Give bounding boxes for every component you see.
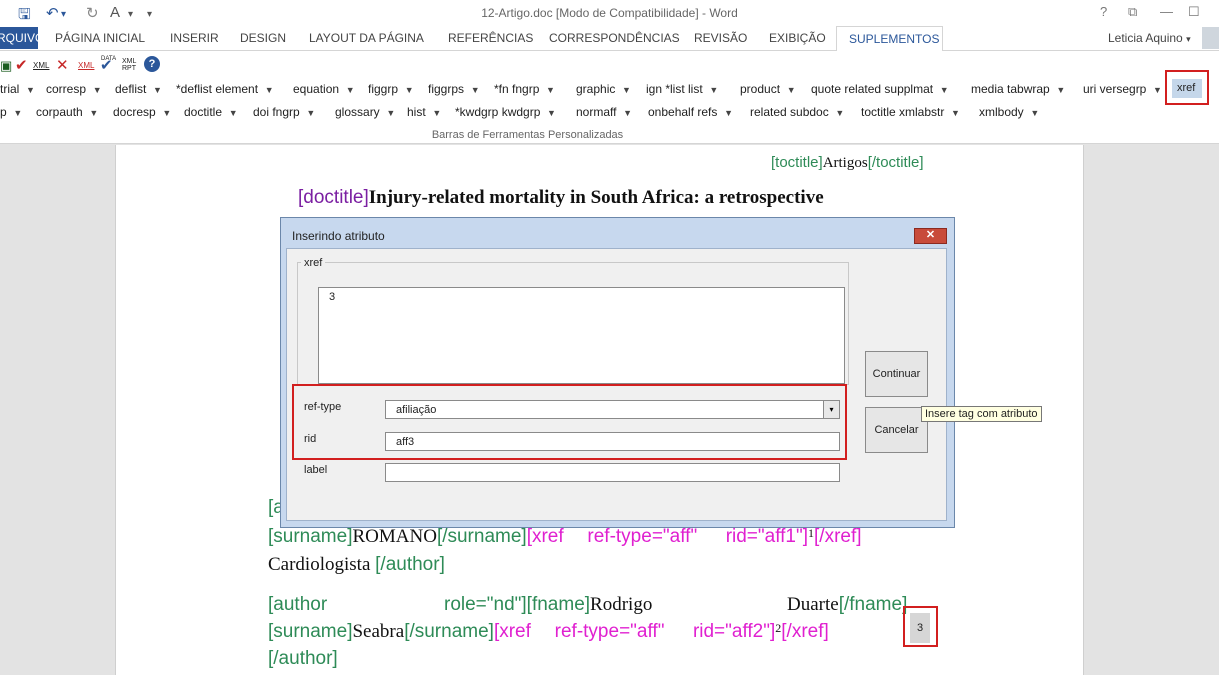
tab-layout[interactable]: LAYOUT DA PÁGINA [309,31,424,45]
xref-button-highlight [1165,70,1209,105]
selection-red-box [903,606,938,647]
minimize-icon[interactable]: — [1160,4,1173,19]
avatar[interactable] [1202,27,1219,49]
xml-report-icon[interactable]: XML RPT [122,58,136,72]
toolbar-item[interactable]: docresp ▼ [113,105,171,119]
author-close-line: [/author] [268,648,338,669]
save-xml-icon[interactable]: ▣ [0,58,12,74]
fieldset-legend: xref [301,257,326,269]
toolbar-item[interactable]: corresp ▼ [46,82,102,96]
toolbar-item[interactable]: glossary ▼ [335,105,395,119]
maximize-icon[interactable]: ☐ [1188,4,1200,20]
toolbar-group-label: Barras de Ferramentas Personalizadas [431,129,624,141]
cancel-button[interactable]: Cancelar [865,407,928,453]
toolbar-item[interactable]: graphic ▼ [576,82,631,96]
help-icon[interactable]: ? [144,56,160,72]
toolbar-item[interactable]: figgrp ▼ [368,82,414,96]
doctitle-line: [doctitle]Injury-related mortality in So… [298,187,824,208]
toolbar-item[interactable]: deflist ▼ [115,82,162,96]
surname-line-2: [surname]Seabra[/surname][xref ref-type=… [268,621,829,642]
author-role-line: Cardiologista [/author] [268,554,445,575]
tab-review[interactable]: REVISÃO [694,31,747,45]
toolbar-item[interactable]: hist ▼ [407,105,441,119]
xml-icon[interactable]: XML [33,61,49,70]
tab-insert[interactable]: INSERIR [170,31,219,45]
tab-references[interactable]: REFERÊNCIAS [448,31,533,45]
toolbar-item[interactable]: trial ▼ [0,82,35,96]
xref-text-area[interactable]: 3 [318,287,845,384]
dialog-title: Inserindo atributo [292,229,385,243]
toolbar-item[interactable]: figgrps ▼ [428,82,480,96]
help-button[interactable]: ? [1100,4,1107,19]
author-fname-end: Duarte[/fname] [787,594,908,615]
tab-file[interactable]: ARQUIVO [0,27,38,49]
title-bar: 🖫 ↶ ▾ ↻ A ▾ ▾ 12-Artigo.doc [Modo de Com… [0,0,1219,26]
tab-mailings[interactable]: CORRESPONDÊNCIAS [549,31,680,45]
toolbar-item[interactable]: doi fngrp ▼ [253,105,315,119]
author-line-2: [author [268,594,328,615]
toolbar-item[interactable]: corpauth ▼ [36,105,98,119]
toolbar-item[interactable]: product ▼ [740,82,796,96]
toolbar-item[interactable]: quote related supplmat ▼ [811,82,949,96]
author-role-fname: role="nd"][fname]Rodrigo [444,594,653,615]
attributes-red-box [292,384,847,460]
parse-icon[interactable]: DATA [101,56,116,62]
toolbar-item[interactable]: normaff ▼ [576,105,632,119]
tab-home[interactable]: PÁGINA INICIAL [55,31,145,45]
toolbar-item[interactable]: onbehalf refs ▼ [648,105,733,119]
toolbar-item[interactable]: toctitle xmlabstr ▼ [861,105,960,119]
continue-button[interactable]: Continuar [865,351,928,397]
tab-view[interactable]: EXIBIÇÃO [769,31,826,45]
toolbar-item[interactable]: *kwdgrp kwdgrp ▼ [455,105,556,119]
toolbar-item[interactable]: doctitle ▼ [184,105,238,119]
toolbar-item[interactable]: uri versegrp ▼ [1083,82,1162,96]
toolbar-item[interactable]: ign *list list ▼ [646,82,718,96]
toolbar-item[interactable]: related subdoc ▼ [750,105,844,119]
insert-attribute-dialog: Inserindo atributo ✕ 3 xref ref-type afi… [280,217,955,528]
toolbar-item[interactable]: *deflist element ▼ [176,82,274,96]
ribbon-display-icon[interactable]: ⧉ [1128,4,1137,20]
label-input[interactable] [385,463,840,482]
label-label: label [304,464,328,476]
surname-line-1: [surname]ROMANO[/surname][xref ref-type=… [268,526,862,547]
xref-fieldset: 3 [297,262,849,385]
tab-addins[interactable]: SUPLEMENTOS [836,26,943,52]
toolbar-item[interactable]: p ▼ [0,105,22,119]
check-icon[interactable]: ✔ [15,56,28,74]
delete-icon[interactable]: ✕ [56,56,69,74]
user-name[interactable]: Leticia Aquino ▾ [1108,31,1191,45]
toolbar-item[interactable]: xmlbody ▼ [979,105,1039,119]
close-icon[interactable]: ✕ [914,228,947,244]
tooltip: Insere tag com atributo [921,406,1042,422]
xml-red-icon[interactable]: XML [78,61,94,70]
toctitle-line: [toctitle]Artigos[/toctitle] [771,154,924,171]
tab-design[interactable]: DESIGN [240,31,286,45]
window-title: 12-Artigo.doc [Modo de Compatibilidade] … [481,6,738,20]
toolbar-item[interactable]: equation ▼ [293,82,355,96]
toolbar-item[interactable]: media tabwrap ▼ [971,82,1065,96]
toolbar-item[interactable]: *fn fngrp ▼ [494,82,555,96]
